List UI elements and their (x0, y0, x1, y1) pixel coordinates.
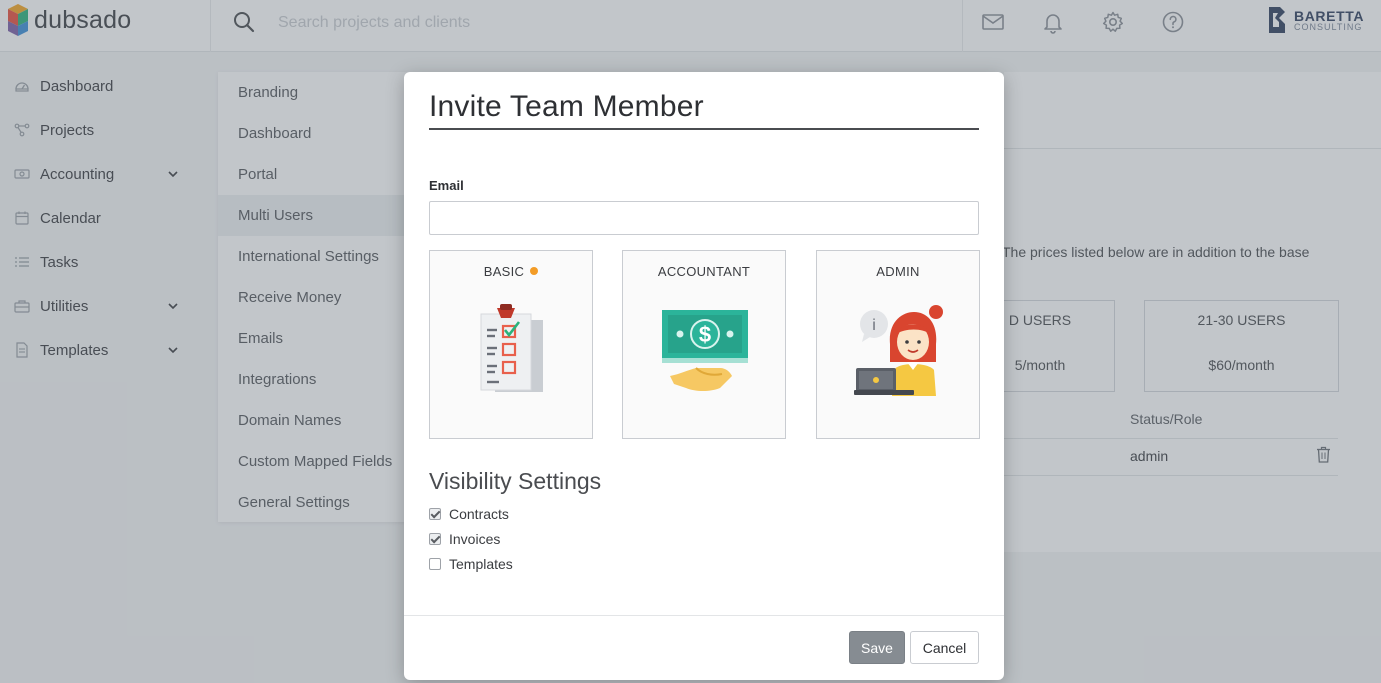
cancel-button[interactable]: Cancel (910, 631, 979, 664)
role-card-admin[interactable]: ADMIN i (816, 250, 980, 439)
title-underline (429, 128, 979, 130)
invoices-checkbox[interactable] (429, 533, 441, 545)
svg-text:i: i (872, 317, 876, 334)
role-card-accountant[interactable]: ACCOUNTANT $ (622, 250, 786, 439)
contracts-checkbox[interactable] (429, 508, 441, 520)
visibility-option-contracts[interactable]: Contracts (429, 504, 509, 524)
email-label: Email (429, 178, 464, 193)
role-label: BASIC (483, 264, 525, 279)
visibility-settings-heading: Visibility Settings (429, 468, 602, 494)
role-card-title: ADMIN (876, 264, 920, 279)
templates-checkbox[interactable] (429, 558, 441, 570)
role-card-title: ACCOUNTANT (657, 264, 751, 279)
svg-text:$: $ (699, 322, 711, 347)
money-hand-icon: $ (662, 310, 748, 391)
modal-title: Invite Team Member (429, 90, 704, 123)
selected-indicator-dot (530, 267, 539, 275)
footer-divider (404, 615, 1004, 616)
email-field[interactable] (429, 201, 979, 235)
save-button[interactable]: Save (849, 631, 905, 664)
role-card-title: BASIC (430, 264, 592, 279)
invite-team-member-modal: Invite Team Member Email BASIC ACCOUNTAN… (404, 72, 1004, 680)
checkbox-label: Invoices (449, 531, 501, 547)
visibility-option-invoices[interactable]: Invoices (429, 529, 500, 549)
role-card-basic[interactable]: BASIC (429, 250, 593, 439)
admin-person-laptop-icon: i (854, 305, 943, 396)
clipboard-checklist-icon (480, 304, 543, 392)
checkbox-label: Templates (449, 556, 513, 572)
checkbox-label: Contracts (449, 506, 509, 522)
visibility-option-templates[interactable]: Templates (429, 554, 513, 574)
